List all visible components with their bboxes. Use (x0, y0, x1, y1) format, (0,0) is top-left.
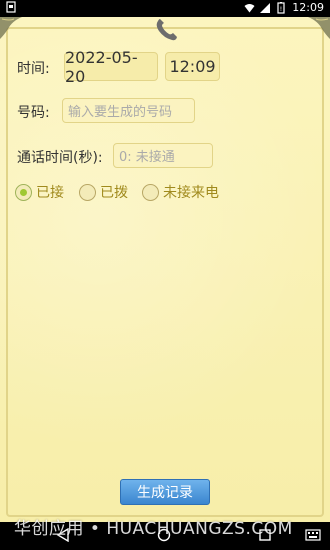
time-picker[interactable]: 12:09 (165, 52, 220, 81)
wifi-icon (244, 3, 255, 12)
radio-unchecked-icon (142, 183, 159, 201)
number-input[interactable]: 输入要生成的号码 (62, 98, 195, 123)
radio-dialed-label: 已拨 (100, 185, 128, 201)
corner-ornament-icon (308, 17, 330, 39)
generate-record-button[interactable]: 生成记录 (120, 479, 210, 505)
status-time: 12:09 (292, 1, 324, 14)
notification-icon (6, 1, 16, 13)
radio-unchecked-icon (79, 183, 96, 201)
battery-icon: ! (277, 1, 285, 14)
keyboard-icon[interactable] (305, 528, 321, 542)
duration-label: 通话时间(秒): (17, 150, 103, 166)
watermark: 华创应用 • HUACHUANGZS.COM (14, 519, 293, 539)
signal-icon (260, 2, 271, 13)
phone-icon (156, 19, 177, 41)
date-picker[interactable]: 2022-05-20 (64, 48, 158, 86)
svg-text:!: ! (280, 6, 282, 13)
radio-missed-label: 未接来电 (163, 185, 219, 201)
time-label: 时间: (17, 61, 50, 77)
radio-answered[interactable]: 已接 (15, 182, 64, 202)
corner-ornament-icon (0, 17, 22, 39)
status-right: ! 12:09 (244, 1, 324, 14)
radio-missed[interactable]: 未接来电 (142, 182, 219, 202)
radio-checked-icon (15, 183, 32, 201)
radio-dialed[interactable]: 已拨 (79, 182, 128, 202)
status-bar: ! 12:09 (0, 0, 330, 17)
number-label: 号码: (17, 105, 50, 121)
duration-input[interactable]: 0: 未接通 (113, 143, 213, 168)
radio-answered-label: 已接 (36, 185, 64, 201)
paper-background (0, 17, 330, 522)
status-left (6, 1, 16, 16)
